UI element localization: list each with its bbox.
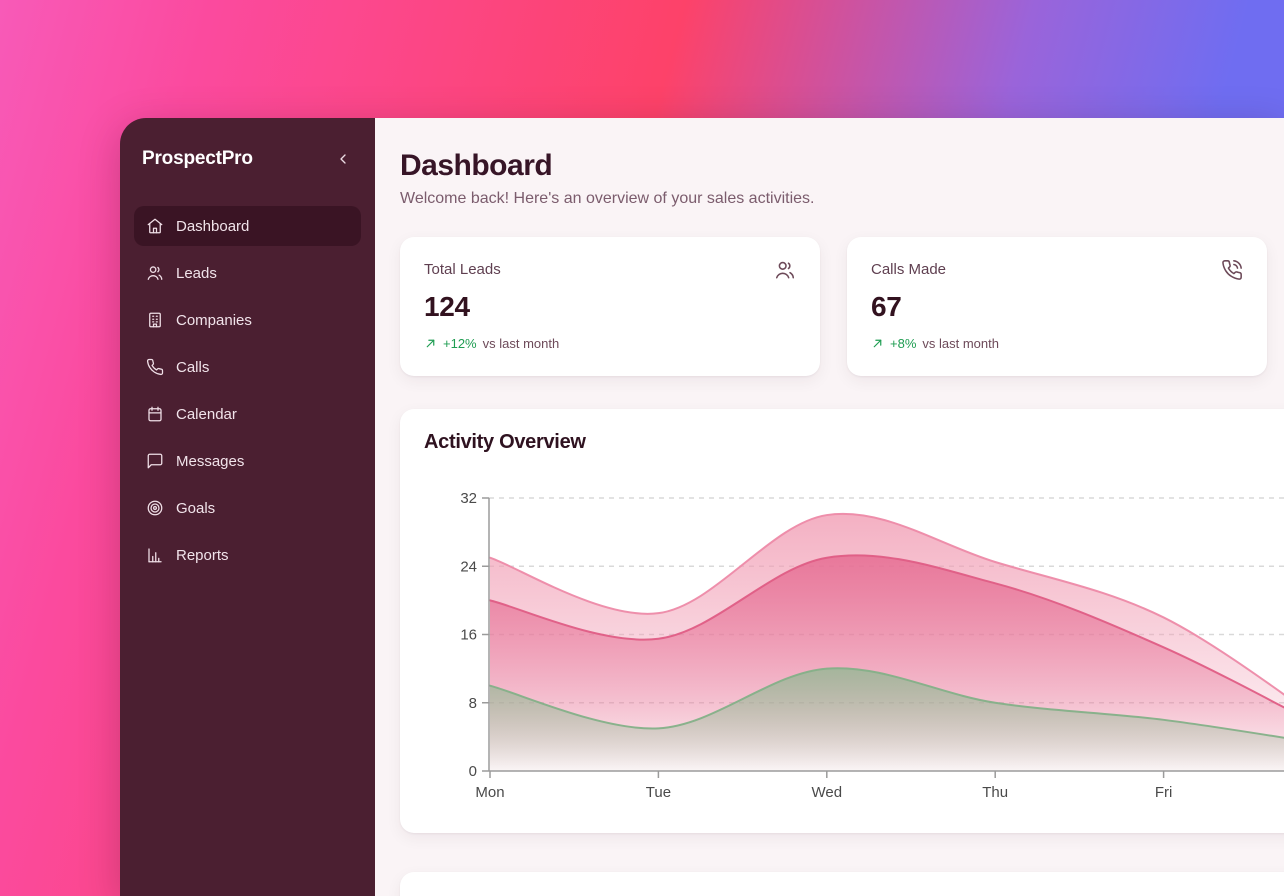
sidebar-collapse-button[interactable] bbox=[333, 149, 353, 169]
chart-title: Activity Overview bbox=[424, 431, 1284, 454]
desktop-background: { "app": { "name": "ProspectPro" }, "sid… bbox=[0, 0, 1284, 896]
sidebar: ProspectPro Dashboard Leads bbox=[120, 118, 375, 896]
stat-value: 124 bbox=[424, 291, 796, 323]
sidebar-item-companies[interactable]: Companies bbox=[134, 300, 361, 340]
sidebar-item-calls[interactable]: Calls bbox=[134, 347, 361, 387]
sidebar-item-label: Companies bbox=[176, 312, 252, 329]
stat-value: 67 bbox=[871, 291, 1243, 323]
activity-overview-card: Activity Overview 0 8 16 24 32 Mon Tue Wed Thu Fr… bbox=[400, 409, 1284, 833]
svg-text:Mon: Mon bbox=[475, 784, 504, 801]
building-icon bbox=[146, 311, 164, 329]
sidebar-item-leads[interactable]: Leads bbox=[134, 253, 361, 293]
sidebar-item-messages[interactable]: Messages bbox=[134, 441, 361, 481]
trend-up-icon bbox=[424, 337, 437, 350]
sidebar-item-label: Reports bbox=[176, 547, 229, 564]
stat-card-calls-made: Calls Made 67 +8% vs last month bbox=[847, 237, 1267, 376]
stat-card-header: Total Leads bbox=[424, 261, 796, 281]
stat-label: Calls Made bbox=[871, 261, 946, 278]
users-icon bbox=[774, 259, 796, 281]
activity-chart: 08162432MonTueWedThuFriSat bbox=[424, 465, 1284, 810]
sidebar-item-dashboard[interactable]: Dashboard bbox=[134, 206, 361, 246]
sidebar-item-label: Calls bbox=[176, 359, 209, 376]
page-title: Dashboard bbox=[400, 148, 1284, 184]
svg-text:Thu: Thu bbox=[982, 784, 1008, 801]
users-icon bbox=[146, 264, 164, 282]
phone-icon bbox=[146, 358, 164, 376]
sidebar-item-goals[interactable]: Goals bbox=[134, 488, 361, 528]
target-icon bbox=[146, 499, 164, 517]
trend-suffix: vs last month bbox=[483, 336, 560, 351]
stat-trend: +12% vs last month bbox=[424, 336, 796, 351]
phone-call-icon bbox=[1221, 259, 1243, 281]
trend-suffix: vs last month bbox=[922, 336, 999, 351]
stats-row: Total Leads 124 +12% vs last month Calls bbox=[400, 237, 1284, 376]
app-title: ProspectPro bbox=[142, 148, 253, 170]
sidebar-item-label: Messages bbox=[176, 453, 244, 470]
sidebar-nav: Dashboard Leads Companies Calls bbox=[134, 206, 361, 582]
bottom-card bbox=[400, 872, 1284, 896]
chevron-left-icon bbox=[335, 151, 351, 167]
sidebar-item-label: Calendar bbox=[176, 406, 237, 423]
message-icon bbox=[146, 452, 164, 470]
svg-text:8: 8 bbox=[469, 695, 477, 712]
sidebar-item-label: Goals bbox=[176, 500, 215, 517]
stat-card-header: Calls Made bbox=[871, 261, 1243, 281]
calendar-icon bbox=[146, 405, 164, 423]
page-header: Dashboard Welcome back! Here's an overvi… bbox=[400, 148, 1284, 209]
main-content: Dashboard Welcome back! Here's an overvi… bbox=[375, 118, 1284, 896]
app-window: ProspectPro Dashboard Leads bbox=[120, 118, 1284, 896]
sidebar-item-reports[interactable]: Reports bbox=[134, 535, 361, 575]
svg-text:Fri: Fri bbox=[1155, 784, 1173, 801]
trend-value: +12% bbox=[443, 336, 477, 351]
svg-text:Wed: Wed bbox=[812, 784, 843, 801]
home-icon bbox=[146, 217, 164, 235]
trend-up-icon bbox=[871, 337, 884, 350]
svg-text:16: 16 bbox=[460, 627, 477, 644]
chart-wrap: 08162432MonTueWedThuFriSat bbox=[424, 465, 1284, 810]
svg-text:24: 24 bbox=[460, 558, 477, 575]
sidebar-item-calendar[interactable]: Calendar bbox=[134, 394, 361, 434]
svg-text:0: 0 bbox=[469, 763, 477, 780]
stat-trend: +8% vs last month bbox=[871, 336, 1243, 351]
stat-label: Total Leads bbox=[424, 261, 501, 278]
stat-card-total-leads: Total Leads 124 +12% vs last month bbox=[400, 237, 820, 376]
sidebar-item-label: Leads bbox=[176, 265, 217, 282]
trend-value: +8% bbox=[890, 336, 916, 351]
svg-text:Tue: Tue bbox=[646, 784, 671, 801]
sidebar-item-label: Dashboard bbox=[176, 218, 249, 235]
svg-text:32: 32 bbox=[460, 490, 477, 507]
sidebar-header: ProspectPro bbox=[134, 136, 361, 170]
bar-chart-icon bbox=[146, 546, 164, 564]
page-subtitle: Welcome back! Here's an overview of your… bbox=[400, 188, 1284, 209]
